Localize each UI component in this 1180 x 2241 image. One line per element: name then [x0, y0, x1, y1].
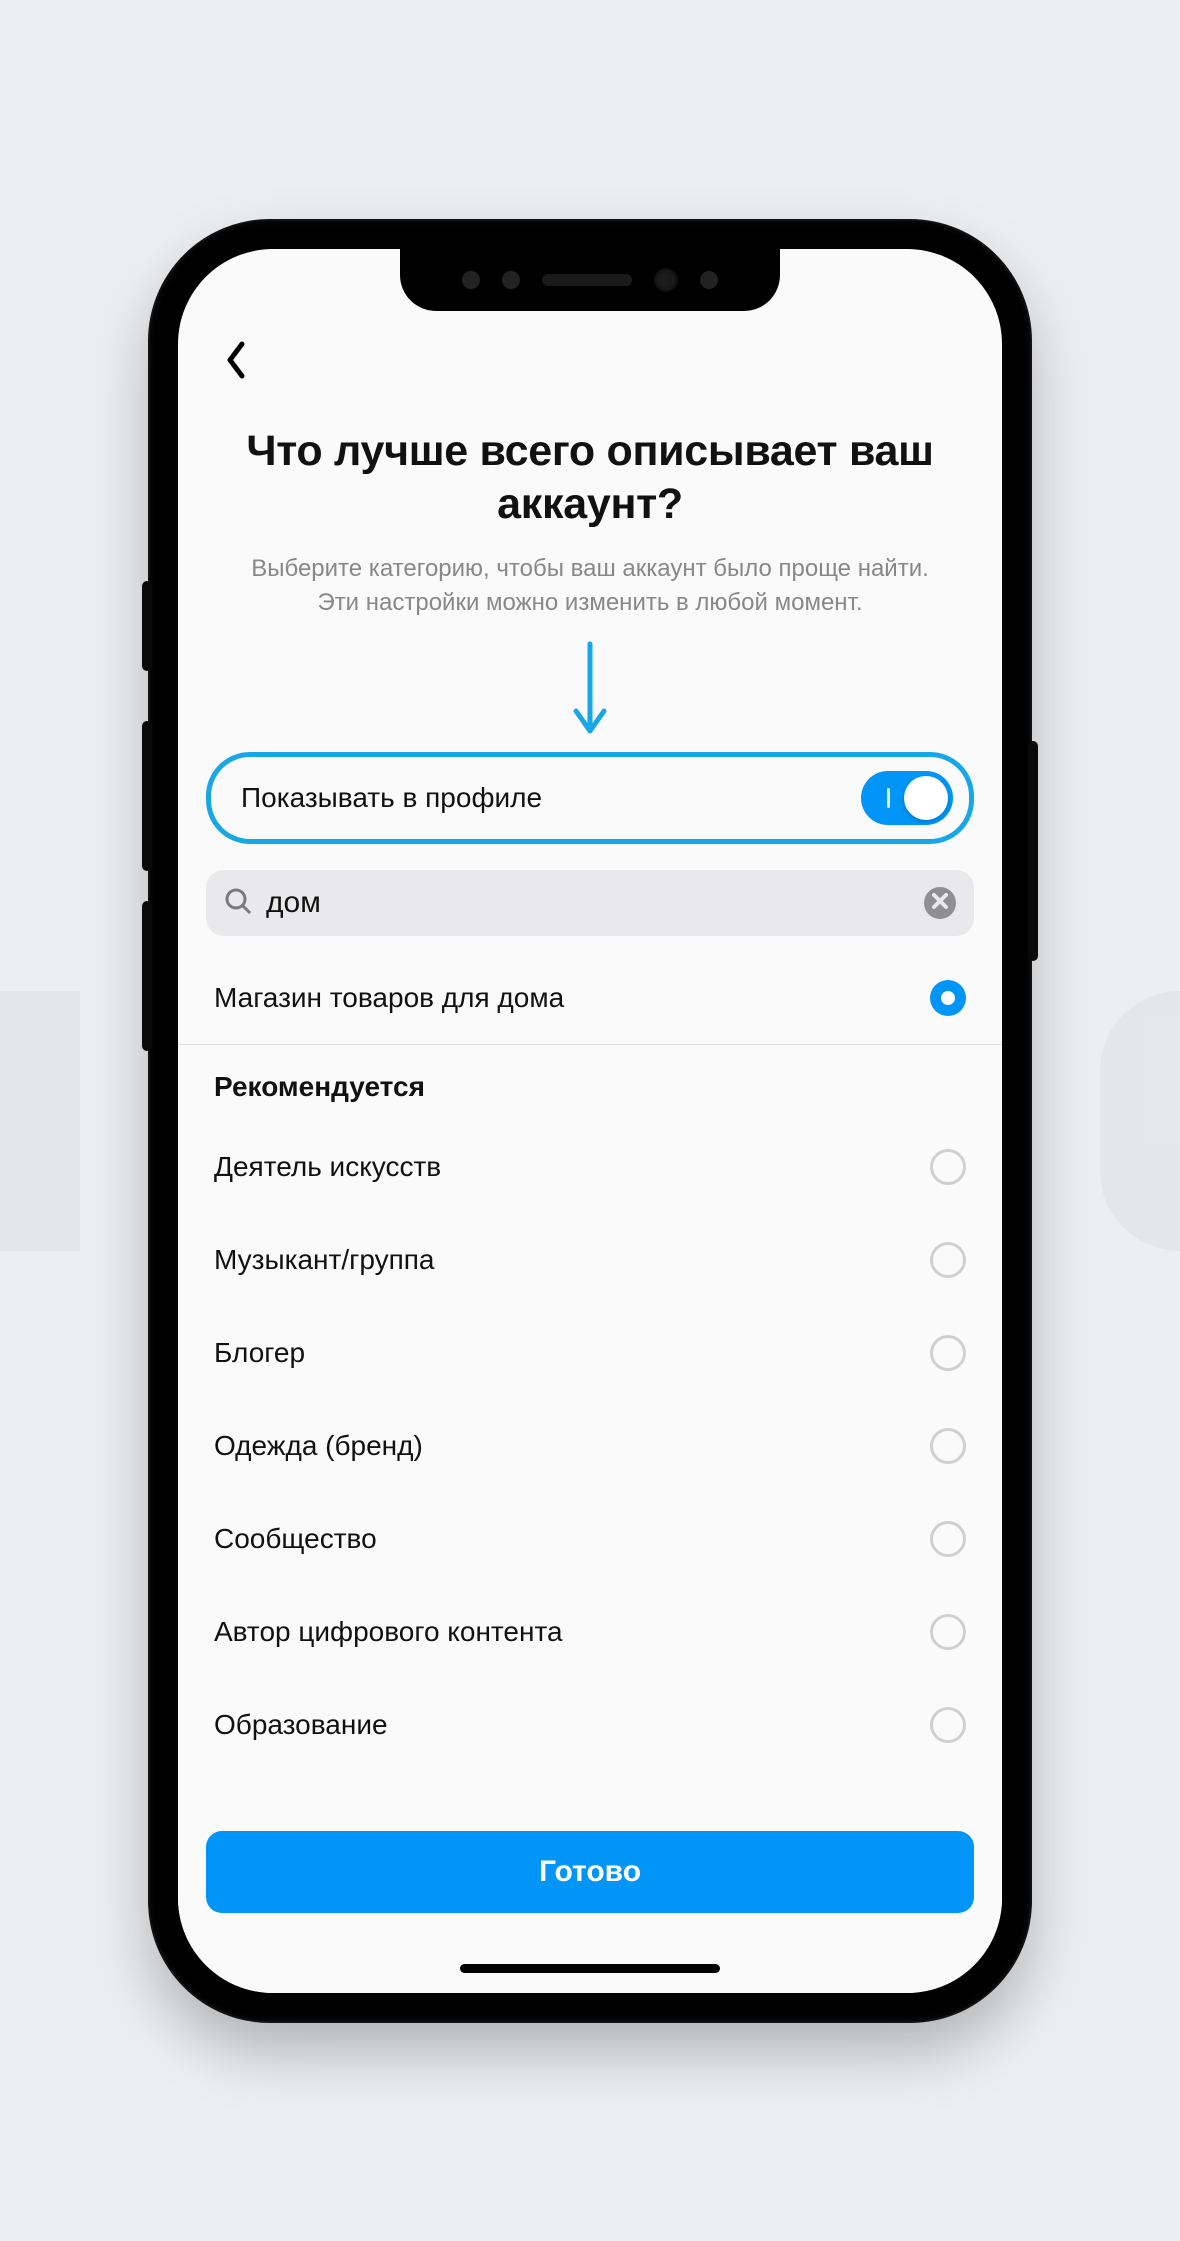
clear-search-button[interactable] [924, 887, 956, 919]
category-label: Магазин товаров для дома [214, 982, 564, 1014]
page-subtitle: Выберите категорию, чтобы ваш аккаунт бы… [238, 552, 942, 619]
category-option[interactable]: Деятель искусств [178, 1121, 1002, 1214]
recommended-header: Рекомендуется [178, 1045, 1002, 1121]
category-option[interactable]: Блогер [178, 1307, 1002, 1400]
radio-unselected[interactable] [930, 1149, 966, 1185]
close-icon [932, 893, 948, 914]
arrow-down-icon [570, 639, 610, 744]
phone-frame: Что лучше всего описывает ваш аккаунт? В… [150, 221, 1030, 2021]
category-option[interactable]: Музыкант/группа [178, 1214, 1002, 1307]
phone-power-button [1028, 741, 1038, 961]
show-in-profile-toggle-row[interactable]: Показывать в профиле [206, 752, 974, 844]
toggle-switch[interactable] [861, 771, 953, 825]
category-label: Музыкант/группа [214, 1244, 434, 1276]
category-label: Автор цифрового контента [214, 1616, 563, 1648]
category-label: Блогер [214, 1337, 305, 1369]
sensor-dot [502, 271, 520, 289]
annotation-arrow [178, 639, 1002, 744]
phone-notch [400, 249, 780, 311]
screen-content: Что лучше всего описывает ваш аккаунт? В… [178, 249, 1002, 1993]
toggle-label: Показывать в профиле [241, 782, 542, 814]
back-button[interactable] [214, 341, 258, 385]
search-field[interactable] [206, 870, 974, 936]
page-header: Что лучше всего описывает ваш аккаунт? В… [178, 395, 1002, 630]
sensor-dot [700, 271, 718, 289]
done-button[interactable]: Готово [206, 1831, 974, 1913]
phone-volume-down [142, 901, 152, 1051]
category-label: Сообщество [214, 1523, 377, 1555]
phone-volume-up [142, 721, 152, 871]
radio-selected[interactable] [930, 980, 966, 1016]
home-indicator[interactable] [460, 1964, 720, 1973]
category-option[interactable]: Сообщество [178, 1493, 1002, 1586]
radio-unselected[interactable] [930, 1335, 966, 1371]
category-label: Образование [214, 1709, 388, 1741]
phone-screen: Что лучше всего описывает ваш аккаунт? В… [178, 249, 1002, 1993]
speaker-grille [542, 274, 632, 286]
radio-unselected[interactable] [930, 1242, 966, 1278]
radio-unselected[interactable] [930, 1707, 966, 1743]
nav-bar [178, 311, 1002, 395]
phone-side-button [142, 581, 152, 671]
page-title: Что лучше всего описывает ваш аккаунт? [238, 425, 942, 533]
watermark-block-right [1100, 991, 1180, 1251]
category-label: Деятель искусств [214, 1151, 441, 1183]
search-icon [224, 887, 252, 920]
radio-unselected[interactable] [930, 1428, 966, 1464]
search-input[interactable] [266, 886, 910, 920]
category-option[interactable]: Образование [178, 1679, 1002, 1772]
category-option[interactable]: Одежда (бренд) [178, 1400, 1002, 1493]
radio-unselected[interactable] [930, 1521, 966, 1557]
sensor-dot [462, 271, 480, 289]
category-option-selected[interactable]: Магазин товаров для дома [178, 952, 1002, 1045]
front-camera [654, 268, 678, 292]
category-list: Магазин товаров для дома Рекомендуется Д… [178, 952, 1002, 1812]
watermark-block-left [0, 991, 80, 1251]
category-option[interactable]: Автор цифрового контента [178, 1586, 1002, 1679]
radio-unselected[interactable] [930, 1614, 966, 1650]
category-label: Одежда (бренд) [214, 1430, 423, 1462]
chevron-left-icon [224, 340, 248, 385]
